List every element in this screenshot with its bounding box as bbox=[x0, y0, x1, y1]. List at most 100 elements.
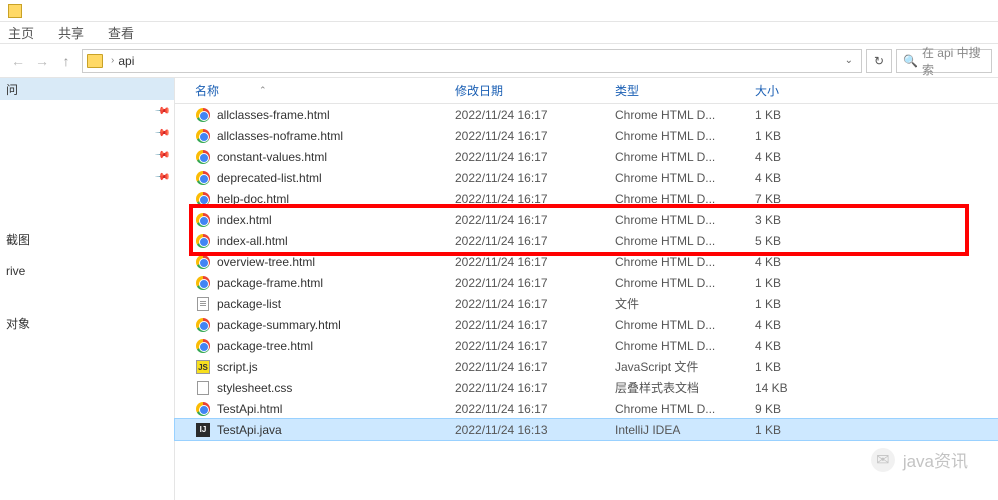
file-date: 2022/11/24 16:17 bbox=[455, 255, 615, 269]
chrome-icon bbox=[196, 276, 210, 290]
file-name: package-list bbox=[217, 297, 281, 311]
sidebar-item[interactable]: 📌 bbox=[0, 166, 174, 188]
file-row[interactable]: stylesheet.css2022/11/24 16:17层叠样式表文档14 … bbox=[175, 377, 998, 398]
file-row[interactable]: deprecated-list.html2022/11/24 16:17Chro… bbox=[175, 167, 998, 188]
css-icon bbox=[197, 381, 209, 395]
column-date[interactable]: 修改日期 bbox=[455, 82, 615, 99]
file-row[interactable]: JSscript.js2022/11/24 16:17JavaScript 文件… bbox=[175, 356, 998, 377]
file-row[interactable]: TestApi.html2022/11/24 16:17Chrome HTML … bbox=[175, 398, 998, 419]
breadcrumb-segment[interactable]: api bbox=[118, 54, 134, 68]
js-icon: JS bbox=[196, 360, 210, 374]
sidebar-item-screenshot[interactable]: 截图 bbox=[0, 228, 174, 250]
tab-home[interactable]: 主页 bbox=[8, 23, 34, 42]
breadcrumb[interactable]: › api ⌄ bbox=[82, 49, 862, 73]
pin-icon: 📌 bbox=[153, 103, 170, 120]
file-row[interactable]: overview-tree.html2022/11/24 16:17Chrome… bbox=[175, 251, 998, 272]
file-size: 1 KB bbox=[755, 423, 835, 437]
column-name[interactable]: 名称⌃ bbox=[195, 82, 455, 99]
refresh-button[interactable]: ↻ bbox=[866, 49, 892, 73]
tab-view[interactable]: 查看 bbox=[108, 23, 134, 42]
file-type: Chrome HTML D... bbox=[615, 192, 755, 206]
folder-icon bbox=[87, 54, 103, 68]
file-size: 1 KB bbox=[755, 108, 835, 122]
pin-icon: 📌 bbox=[153, 125, 170, 142]
nav-back-button[interactable]: ← bbox=[6, 49, 30, 73]
file-row[interactable]: allclasses-frame.html2022/11/24 16:17Chr… bbox=[175, 104, 998, 125]
folder-icon bbox=[8, 4, 22, 18]
file-date: 2022/11/24 16:17 bbox=[455, 339, 615, 353]
file-name: overview-tree.html bbox=[217, 255, 315, 269]
tab-share[interactable]: 共享 bbox=[58, 23, 84, 42]
file-size: 1 KB bbox=[755, 129, 835, 143]
chrome-icon bbox=[196, 171, 210, 185]
file-name: package-tree.html bbox=[217, 339, 313, 353]
sidebar-item-quickaccess[interactable]: 问 bbox=[0, 78, 174, 100]
wechat-icon: ✉ bbox=[871, 448, 895, 472]
file-row[interactable]: package-tree.html 2022/11/24 16:17Chrome … bbox=[175, 335, 998, 356]
file-size: 3 KB bbox=[755, 213, 835, 227]
file-type: Chrome HTML D... bbox=[615, 339, 755, 353]
watermark: ✉ java资讯 bbox=[871, 447, 968, 472]
file-size: 1 KB bbox=[755, 276, 835, 290]
sidebar: 问 📌 📌 📌 📌 截图 rive 对象 bbox=[0, 78, 175, 500]
file-size: 4 KB bbox=[755, 150, 835, 164]
file-type: Chrome HTML D... bbox=[615, 108, 755, 122]
file-size: 7 KB bbox=[755, 192, 835, 206]
file-row[interactable]: index-all.html2022/11/24 16:17Chrome HTM… bbox=[175, 230, 998, 251]
file-date: 2022/11/24 16:17 bbox=[455, 108, 615, 122]
nav-up-button[interactable]: ↑ bbox=[54, 49, 78, 73]
file-date: 2022/11/24 16:17 bbox=[455, 234, 615, 248]
chrome-icon bbox=[196, 213, 210, 227]
file-row[interactable]: package-list2022/11/24 16:17文件1 KB bbox=[175, 293, 998, 314]
chevron-down-icon[interactable]: ⌄ bbox=[841, 55, 857, 66]
column-type[interactable]: 类型 bbox=[615, 82, 755, 99]
file-size: 1 KB bbox=[755, 360, 835, 374]
pin-icon: 📌 bbox=[153, 169, 170, 186]
search-input[interactable]: 🔍 在 api 中搜索 bbox=[896, 49, 992, 73]
sidebar-item[interactable]: 📌 bbox=[0, 144, 174, 166]
file-size: 9 KB bbox=[755, 402, 835, 416]
file-row[interactable]: index.html2022/11/24 16:17Chrome HTML D.… bbox=[175, 209, 998, 230]
file-row[interactable]: package-summary.html2022/11/24 16:17Chro… bbox=[175, 314, 998, 335]
file-name: allclasses-noframe.html bbox=[217, 129, 343, 143]
file-row[interactable]: constant-values.html2022/11/24 16:17Chro… bbox=[175, 146, 998, 167]
chrome-icon bbox=[196, 318, 210, 332]
file-type: Chrome HTML D... bbox=[615, 318, 755, 332]
file-date: 2022/11/24 16:17 bbox=[455, 192, 615, 206]
file-row[interactable]: package-frame.html2022/11/24 16:17Chrome… bbox=[175, 272, 998, 293]
title-bar bbox=[0, 0, 998, 22]
sidebar-item-drive[interactable]: rive bbox=[0, 260, 174, 282]
chrome-icon bbox=[196, 129, 210, 143]
chrome-icon bbox=[196, 339, 210, 353]
watermark-text: java资讯 bbox=[903, 447, 968, 472]
file-type: JavaScript 文件 bbox=[615, 358, 755, 375]
file-name: TestApi.html bbox=[217, 402, 282, 416]
file-date: 2022/11/24 16:17 bbox=[455, 360, 615, 374]
file-date: 2022/11/24 16:17 bbox=[455, 297, 615, 311]
pin-icon: 📌 bbox=[153, 147, 170, 164]
file-date: 2022/11/24 16:17 bbox=[455, 381, 615, 395]
file-type: Chrome HTML D... bbox=[615, 171, 755, 185]
file-date: 2022/11/24 16:17 bbox=[455, 150, 615, 164]
file-row[interactable]: help-doc.html 2022/11/24 16:17Chrome HTML… bbox=[175, 188, 998, 209]
ribbon-tabs: 主页 共享 查看 bbox=[0, 22, 998, 44]
file-date: 2022/11/24 16:17 bbox=[455, 402, 615, 416]
file-list-pane: 名称⌃ 修改日期 类型 大小 allclasses-frame.html2022… bbox=[175, 78, 998, 500]
file-size: 4 KB bbox=[755, 171, 835, 185]
file-name: package-frame.html bbox=[217, 276, 323, 290]
chevron-right-icon: › bbox=[111, 55, 114, 66]
sidebar-item-objects[interactable]: 对象 bbox=[0, 312, 174, 334]
file-name: deprecated-list.html bbox=[217, 171, 322, 185]
sidebar-item[interactable]: 📌 bbox=[0, 100, 174, 122]
intellij-icon: IJ bbox=[196, 423, 210, 437]
chrome-icon bbox=[196, 150, 210, 164]
sidebar-item[interactable]: 📌 bbox=[0, 122, 174, 144]
file-icon bbox=[197, 297, 209, 311]
file-type: Chrome HTML D... bbox=[615, 276, 755, 290]
file-row[interactable]: allclasses-noframe.html2022/11/24 16:17C… bbox=[175, 125, 998, 146]
column-size[interactable]: 大小 bbox=[755, 82, 835, 99]
nav-forward-button[interactable]: → bbox=[30, 49, 54, 73]
file-name: help-doc.html bbox=[217, 192, 289, 206]
column-headers: 名称⌃ 修改日期 类型 大小 bbox=[175, 78, 998, 104]
file-row[interactable]: IJTestApi.java2022/11/24 16:13IntelliJ I… bbox=[175, 419, 998, 440]
